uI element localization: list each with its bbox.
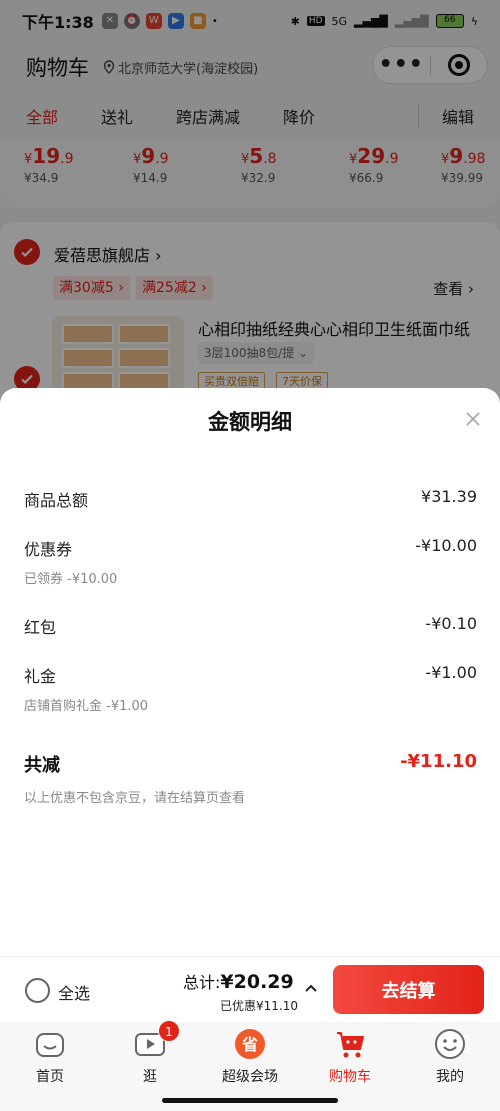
row-label: 礼金	[24, 667, 57, 686]
chevron-up-icon[interactable]	[304, 981, 318, 995]
svg-text:省: 省	[241, 1035, 258, 1054]
total-reduction-value: -¥11.10	[400, 751, 477, 772]
row-subtext: 店铺首购礼金 -¥1.00	[24, 699, 149, 714]
row-label: 优惠券	[24, 540, 73, 559]
total-reduction-label: 共减	[24, 755, 60, 776]
nav-cart[interactable]: 购物车	[300, 1028, 400, 1086]
nav-mine[interactable]: 我的	[400, 1028, 500, 1086]
row-label: 商品总额	[24, 491, 89, 510]
sheet-title: 金额明细	[208, 410, 292, 434]
nav-home[interactable]: 首页	[0, 1028, 100, 1086]
cart-icon	[334, 1028, 366, 1060]
row-value: -¥1.00	[425, 663, 477, 682]
select-all-checkbox[interactable]	[25, 978, 50, 1003]
row-label: 红包	[24, 618, 57, 637]
row-subtext: 已领券 -¥10.00	[24, 572, 118, 587]
notification-badge: 1	[158, 1020, 180, 1042]
nav-super-venue[interactable]: 省 超级会场	[200, 1028, 300, 1086]
select-all-label[interactable]: 全选	[58, 980, 90, 1004]
row-value: -¥0.10	[425, 614, 477, 633]
checkout-button[interactable]: 去结算	[333, 965, 484, 1014]
nav-browse[interactable]: 1 逛	[100, 1020, 200, 1086]
total-amount: 总计:¥20.29	[183, 971, 294, 993]
row-value: -¥10.00	[415, 536, 477, 555]
sheet-note: 以上优惠不包含京豆，请在结算页查看	[24, 791, 246, 806]
saved-amount: 已优惠¥11.10	[220, 999, 298, 1013]
home-icon	[34, 1028, 66, 1060]
home-indicator[interactable]	[162, 1098, 338, 1103]
super-venue-icon: 省	[234, 1028, 266, 1060]
checkout-bar: 全选 总计:¥20.29 已优惠¥11.10 去结算	[0, 956, 500, 1022]
close-icon	[466, 412, 480, 426]
profile-icon	[434, 1028, 466, 1060]
row-value: ¥31.39	[421, 487, 477, 506]
video-play-icon: 1	[134, 1020, 180, 1060]
close-button[interactable]	[460, 406, 486, 432]
cart-page: 下午1:38 ✕ ⏰ W ▶ ■ • ✱ HD 5G ▂▄▆█ ▂▄▆█ 66 …	[0, 0, 500, 1111]
